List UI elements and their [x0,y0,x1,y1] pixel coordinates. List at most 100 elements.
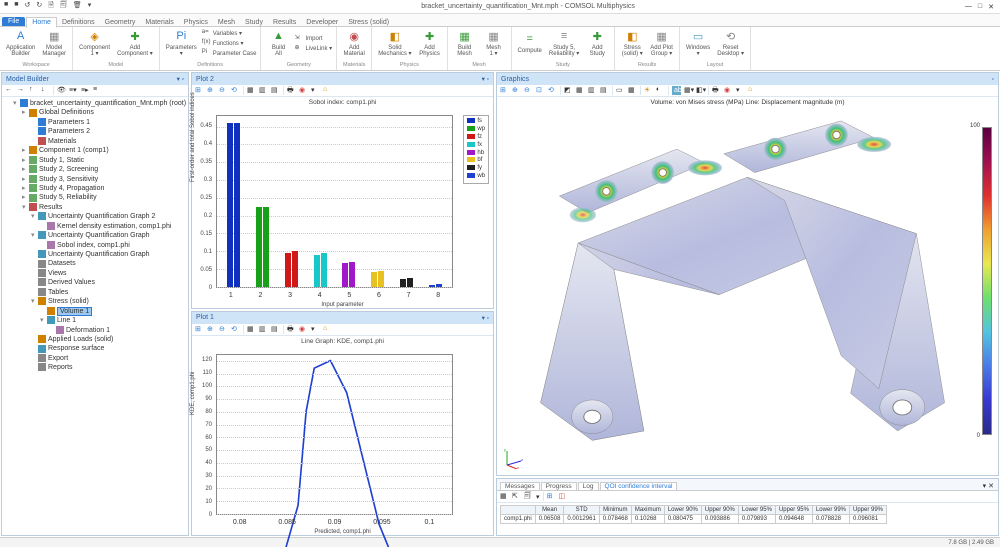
model-tree[interactable]: ▾bracket_uncertainty_quantification_Mnt.… [2,97,188,535]
animate-icon[interactable]: ▾ [736,86,745,95]
snapshot-icon[interactable]: ◉ [299,325,308,334]
ribbon-tab-results[interactable]: Results [268,18,301,27]
panel-close-icon[interactable]: ▾ ▫ [482,75,489,83]
plot-icon[interactable]: ⊞ [547,492,556,501]
ribbon-add-button[interactable]: ✚AddPhysics [417,29,443,58]
table-header[interactable]: Upper 95% [775,506,812,515]
table-header[interactable]: Maximum [631,506,664,515]
zoom-extents-icon[interactable]: ⊞ [500,86,509,95]
ribbon-parameter-case-button[interactable]: PiParameter Case [202,49,257,58]
panel-close-icon[interactable]: ▫ [992,76,994,83]
table-cell[interactable]: 0.10268 [631,515,664,524]
tree-item[interactable]: Materials [31,137,186,146]
tree-item[interactable]: Volume 1 [40,307,186,316]
ribbon-component-button[interactable]: ◈Component1 ▾ [77,29,112,58]
table-cell[interactable]: 0.093886 [701,515,738,524]
zoom-in-icon[interactable]: ⊕ [512,86,521,95]
graphics-viewport[interactable]: Volume: von Mises stress (MPa) Line: Dis… [497,97,998,475]
qa-icon[interactable]: ↻ [36,1,42,12]
ribbon-tab-physics[interactable]: Physics [179,18,213,27]
zoom-out-icon[interactable]: ⊖ [219,325,228,334]
table-cell[interactable]: 0.094648 [775,515,812,524]
ribbon-livelink--button[interactable]: ⊕LiveLink ▾ [294,44,332,53]
expand-icon[interactable]: ≡▸ [81,86,90,95]
confidence-table[interactable]: MeanSTDMinimumMaximumLower 90%Upper 90%L… [500,505,887,524]
bottom-tab-log[interactable]: Log [578,482,599,490]
ribbon-add-plot-button[interactable]: ▦Add PlotGroup ▾ [648,29,675,58]
xy-view-icon[interactable]: ▦ [576,86,585,95]
ribbon-tab-materials[interactable]: Materials [140,18,178,27]
ribbon-add-button[interactable]: ✚AddStudy [584,29,610,58]
print-icon[interactable]: 🖶 [287,325,296,334]
ribbon-tab-definitions[interactable]: Definitions [57,18,100,27]
view3-icon[interactable]: ▤ [271,86,280,95]
select-all-icon[interactable]: ▦ [628,86,637,95]
tree-item[interactable]: Derived Values [31,278,186,287]
chart-icon[interactable]: ◫ [559,492,568,501]
tree-item[interactable]: Uncertainty Quantification Graph [31,250,186,259]
ribbon-import-button[interactable]: ⇲Import [294,34,332,43]
zoom-box-icon[interactable]: ⊡ [536,86,545,95]
ribbon-variables--button[interactable]: a=Variables ▾ [202,29,257,38]
table-header[interactable] [501,506,536,515]
home-icon[interactable]: ⌂ [323,86,332,95]
ribbon-model-button[interactable]: ▦ModelManager [40,29,68,58]
qa-icon[interactable]: ↺ [24,1,30,12]
zoom-extents-icon[interactable]: ⊞ [195,325,204,334]
tree-item[interactable]: ▸Study 2, Screening [22,165,186,174]
ribbon-tab-developer[interactable]: Developer [301,18,343,27]
tree-item[interactable]: Deformation 1 [49,326,186,335]
ribbon-windows-button[interactable]: ▭Windows▾ [684,29,712,58]
view2-icon[interactable]: ▥ [259,86,268,95]
zoom-out-icon[interactable]: ⊖ [219,86,228,95]
ribbon-tab-geometry[interactable]: Geometry [100,18,141,27]
tree-item[interactable]: ▸Study 3, Sensitivity [22,175,186,184]
qa-icon[interactable]: 🗎 [48,1,54,12]
ribbon-study--button[interactable]: ≡Study 5,Reliability ▾ [547,29,581,58]
eval-icon[interactable]: ▦ [500,492,509,501]
ribbon-add-button[interactable]: ◉AddMaterial [341,29,367,58]
snapshot-icon[interactable]: ◉ [724,86,733,95]
home-icon[interactable]: ⌂ [323,325,332,334]
qa-icon[interactable]: ■ [14,1,18,12]
zoom-in-icon[interactable]: ⊕ [207,325,216,334]
default-view-icon[interactable]: ◩ [564,86,573,95]
tree-item[interactable]: ▸Component 1 (comp1) [22,146,186,155]
tree-item[interactable]: Parameters 2 [31,127,186,136]
panel-close-icon[interactable]: ▾ ▫ [482,314,489,322]
ribbon-mesh-button[interactable]: ▦Mesh1 ▾ [481,29,507,58]
minimize-button[interactable]: — [965,3,972,11]
toggle1-icon[interactable]: abc▾ [672,86,681,95]
export-icon[interactable]: ▾ [311,325,320,334]
view1-icon[interactable]: ▦ [247,86,256,95]
file-tab[interactable]: File [2,17,25,26]
select-icon[interactable]: ▭ [616,86,625,95]
nav-down-icon[interactable]: ↓ [41,86,50,95]
tree-item[interactable]: Response surface [31,344,186,353]
nav-up-icon[interactable]: ↑ [29,86,38,95]
table-header[interactable]: Upper 99% [850,506,887,515]
tree-item[interactable]: ▾Uncertainty Quantification Graph 2Kerne… [31,212,186,231]
ribbon-build-button[interactable]: ▦BuildMesh [452,29,478,58]
zoom-in-icon[interactable]: ⊕ [207,86,216,95]
export-icon[interactable]: ▾ [311,86,320,95]
table-header[interactable]: Mean [535,506,564,515]
table-cell[interactable]: 0.078828 [812,515,849,524]
ribbon-stress-button[interactable]: ◧Stress(solid) ▾ [619,29,645,58]
toggle2-icon[interactable]: ▦▾ [684,86,693,95]
toggle3-icon[interactable]: ◧▾ [696,86,705,95]
tree-item[interactable]: Tables [31,288,186,297]
print-icon[interactable]: 🖶 [287,86,296,95]
view2-icon[interactable]: ▥ [259,325,268,334]
home-icon[interactable]: ⌂ [748,86,757,95]
plot2-area[interactable]: Sobol index: comp1.phi First-order and t… [192,97,493,308]
ribbon-solid-button[interactable]: ◧SolidMechanics ▾ [376,29,413,58]
transparency-icon[interactable]: ◐ [656,86,665,95]
xz-view-icon[interactable]: ▥ [588,86,597,95]
bottom-tab-progress[interactable]: Progress [541,482,577,490]
table-cell[interactable]: 0.096081 [850,515,887,524]
table-cell[interactable]: comp1.phi [501,515,536,524]
tree-root-label[interactable]: bracket_uncertainty_quantification_Mnt.m… [30,100,186,107]
more-icon[interactable]: ≡ [93,86,102,95]
table-cell[interactable]: 0.0012961 [564,515,599,524]
